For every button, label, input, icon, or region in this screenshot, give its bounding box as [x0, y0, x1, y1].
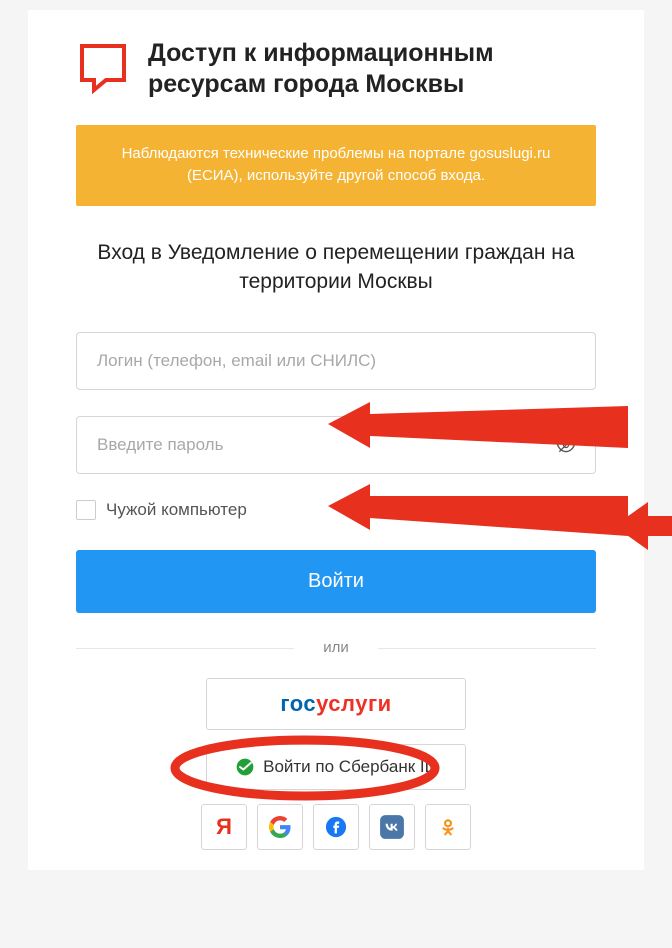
- facebook-icon: [325, 816, 347, 838]
- gosuslugi-part1: гос: [280, 691, 316, 716]
- vk-button[interactable]: [369, 804, 415, 850]
- login-card: Доступ к информационным ресурсам города …: [28, 10, 644, 870]
- sberbank-icon: [235, 757, 255, 777]
- recover-password-link[interactable]: Восстановить пароль: [426, 500, 596, 520]
- warning-banner: Наблюдаются технические проблемы на порт…: [76, 125, 596, 206]
- header: Доступ к информационным ресурсам города …: [76, 38, 596, 101]
- login-button[interactable]: Войти: [76, 550, 596, 613]
- sberbank-label: Войти по Сбербанк ID: [263, 757, 437, 777]
- yandex-button[interactable]: Я: [201, 804, 247, 850]
- password-input-wrap: [76, 416, 596, 474]
- facebook-button[interactable]: [313, 804, 359, 850]
- login-input[interactable]: [76, 332, 596, 390]
- page-title: Доступ к информационным ресурсам города …: [148, 38, 596, 101]
- google-button[interactable]: [257, 804, 303, 850]
- login-input-wrap: [76, 332, 596, 390]
- options-row: Чужой компьютер Восстановить пароль: [76, 500, 596, 520]
- google-icon: [269, 816, 291, 838]
- yandex-icon: Я: [216, 814, 232, 840]
- subtitle: Вход в Уведомление о перемещении граждан…: [76, 238, 596, 297]
- sberbank-button[interactable]: Войти по Сбербанк ID: [206, 744, 466, 790]
- social-row: Я: [76, 804, 596, 850]
- divider-or: или: [76, 639, 596, 656]
- gosuslugi-part2: услуги: [316, 691, 392, 716]
- password-input[interactable]: [76, 416, 596, 474]
- gosuslugi-button[interactable]: госуслуги: [206, 678, 466, 730]
- toggle-password-icon[interactable]: [556, 435, 576, 455]
- divider-label: или: [323, 639, 349, 656]
- ok-button[interactable]: [425, 804, 471, 850]
- ok-icon: [437, 816, 459, 838]
- gosuslugi-logo-icon: госуслуги: [280, 691, 391, 717]
- foreign-pc-checkbox[interactable]: [76, 500, 96, 520]
- foreign-pc-checkbox-wrap[interactable]: Чужой компьютер: [76, 500, 247, 520]
- moscow-logo-icon: [76, 42, 130, 96]
- foreign-pc-label: Чужой компьютер: [106, 500, 247, 520]
- vk-icon: [379, 814, 405, 840]
